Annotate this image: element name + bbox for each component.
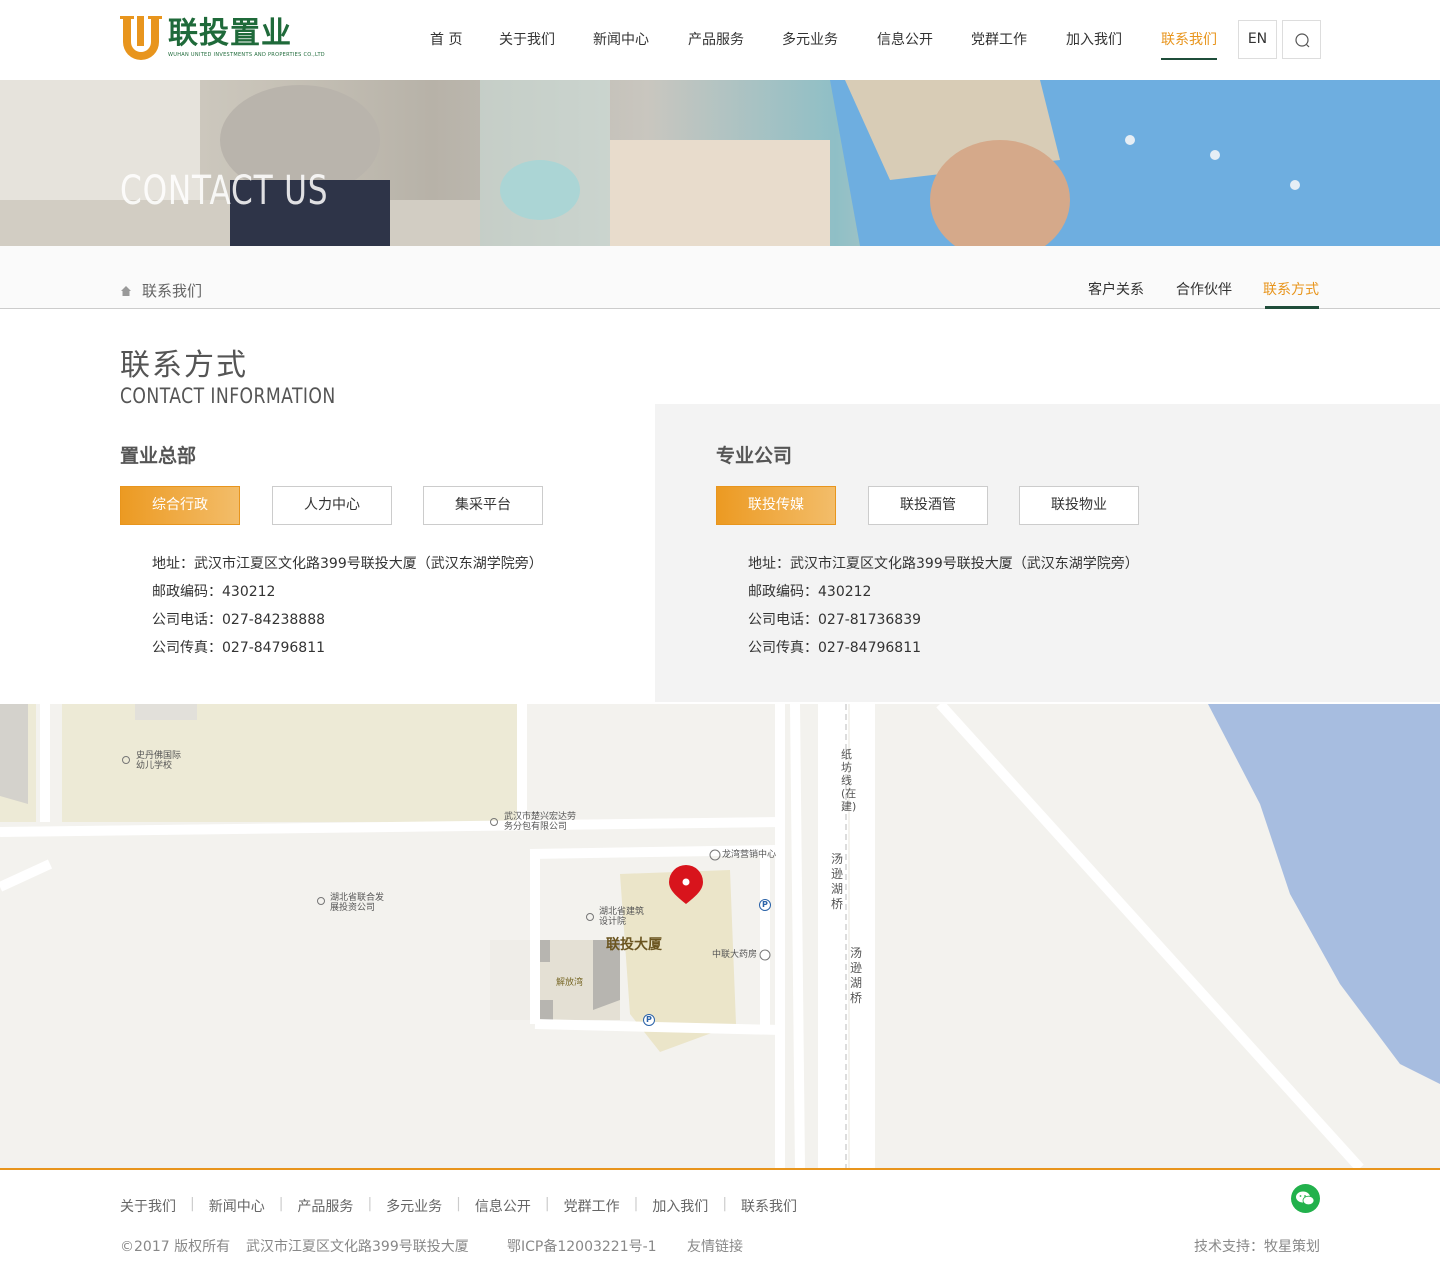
map-label-school: 史丹佛国际幼儿学校 xyxy=(136,751,182,771)
nav-about[interactable]: 关于我们 xyxy=(499,0,555,80)
tab-admin[interactable]: 综合行政 xyxy=(120,486,240,525)
page-title: 联系方式 xyxy=(120,348,248,383)
wechat-icon[interactable] xyxy=(1291,1184,1320,1213)
logo-english-name: WUHAN UNITED INVESTMENTS AND PROPERTIES … xyxy=(168,52,325,58)
map-label-bridge2: 汤逊湖桥 xyxy=(850,946,863,1005)
map-label-pharmacy: 中联大药房 xyxy=(712,950,758,960)
footer-link-party[interactable]: 党群工作 xyxy=(564,1196,620,1216)
footer-separator: | xyxy=(278,1196,284,1212)
hq-postcode: 邮政编码：430212 xyxy=(152,584,276,600)
subnav-contact[interactable]: 联系方式 xyxy=(1263,279,1319,309)
map-label-design: 湖北省建筑设计院 xyxy=(599,907,645,927)
map-label-marketing: 龙湾营销中心 xyxy=(722,850,777,860)
subsidiary-address: 地址：武汉市江夏区文化路399号联投大厦（武汉东湖学院旁） xyxy=(748,556,1139,572)
nav-info[interactable]: 信息公开 xyxy=(877,0,933,80)
nav-contact[interactable]: 联系我们 xyxy=(1161,0,1217,80)
hq-title: 置业总部 xyxy=(120,445,197,467)
breadcrumb: 联系我们 xyxy=(120,280,202,301)
footer-nav: 关于我们 | 新闻中心 | 产品服务 | 多元业务 | 信息公开 | 党群工作 … xyxy=(120,1196,797,1216)
language-button[interactable]: EN xyxy=(1238,20,1277,59)
footer-support[interactable]: 技术支持：牧星策划 xyxy=(1194,1236,1320,1256)
footer-copyright: ©2017 版权所有 xyxy=(120,1239,231,1255)
banner-photo xyxy=(0,80,1440,246)
logo-name: 联投置业 xyxy=(168,16,292,51)
nav-business[interactable]: 多元业务 xyxy=(782,0,838,80)
search-button[interactable] xyxy=(1282,20,1321,59)
page-banner: CONTACT US xyxy=(0,80,1440,246)
tab-procurement[interactable]: 集采平台 xyxy=(423,486,543,525)
map-canvas xyxy=(0,704,1440,1168)
hq-fax: 公司传真：027-84796811 xyxy=(152,640,326,656)
footer-separator: | xyxy=(367,1196,373,1212)
map-label-jiefang: 解放湾 xyxy=(556,978,584,988)
tab-hr[interactable]: 人力中心 xyxy=(272,486,392,525)
footer-link-about[interactable]: 关于我们 xyxy=(120,1196,176,1216)
map-label-building: 联投大厦 xyxy=(606,937,662,953)
search-icon xyxy=(1295,33,1310,48)
nav-party[interactable]: 党群工作 xyxy=(971,0,1027,80)
logo[interactable]: 联投置业 WUHAN UNITED INVESTMENTS AND PROPER… xyxy=(120,14,325,62)
nav-products[interactable]: 产品服务 xyxy=(688,0,744,80)
map-label-bridge1: 汤逊湖桥 xyxy=(831,852,844,911)
footer-link-info[interactable]: 信息公开 xyxy=(475,1196,531,1216)
footer-link-contact[interactable]: 联系我们 xyxy=(741,1196,797,1216)
subsidiary-phone: 公司电话：027-81736839 xyxy=(748,612,922,628)
home-icon[interactable] xyxy=(120,285,132,297)
footer-address: 武汉市江夏区文化路399号联投大厦 xyxy=(246,1239,469,1255)
tab-hotel[interactable]: 联投酒管 xyxy=(868,486,988,525)
footer-separator: | xyxy=(633,1196,639,1212)
subnav-customer[interactable]: 客户关系 xyxy=(1088,279,1144,299)
footer-separator: | xyxy=(544,1196,550,1212)
subsidiary-fax: 公司传真：027-84796811 xyxy=(748,640,922,656)
nav-news[interactable]: 新闻中心 xyxy=(593,0,649,80)
footer-separator: | xyxy=(456,1196,461,1212)
footer-friend-links[interactable]: 友情链接 xyxy=(687,1236,743,1256)
footer-link-business[interactable]: 多元业务 xyxy=(386,1196,442,1216)
site-footer: 关于我们 | 新闻中心 | 产品服务 | 多元业务 | 信息公开 | 党群工作 … xyxy=(0,1168,1440,1284)
page-subtitle: CONTACT INFORMATION xyxy=(120,384,336,408)
parking-icon: P xyxy=(762,900,768,909)
breadcrumb-current[interactable]: 联系我们 xyxy=(142,280,202,301)
hq-phone: 公司电话：027-84238888 xyxy=(152,612,326,628)
footer-link-join[interactable]: 加入我们 xyxy=(652,1196,708,1216)
site-header: 联投置业 WUHAN UNITED INVESTMENTS AND PROPER… xyxy=(0,0,1440,80)
footer-link-news[interactable]: 新闻中心 xyxy=(209,1196,265,1216)
map-label-company2: 湖北省联合发展投资公司 xyxy=(330,893,385,913)
tab-property[interactable]: 联投物业 xyxy=(1019,486,1139,525)
logo-mark-icon xyxy=(120,14,162,62)
parking-icon: P xyxy=(646,1015,652,1024)
footer-icp[interactable]: 鄂ICP备12003221号-1 xyxy=(507,1236,657,1256)
banner-title: CONTACT US xyxy=(120,168,329,214)
subnav-partners[interactable]: 合作伙伴 xyxy=(1176,279,1232,299)
breadcrumb-bar: 联系我们 客户关系 合作伙伴 联系方式 xyxy=(0,246,1440,309)
nav-join[interactable]: 加入我们 xyxy=(1066,0,1122,80)
subsidiary-title: 专业公司 xyxy=(716,445,793,467)
subsidiary-postcode: 邮政编码：430212 xyxy=(748,584,872,600)
map-label-company1: 武汉市楚兴宏达劳务分包有限公司 xyxy=(504,812,577,832)
footer-separator: | xyxy=(722,1196,728,1212)
footer-link-products[interactable]: 产品服务 xyxy=(297,1196,353,1216)
location-map[interactable]: 史丹佛国际幼儿学校 武汉市楚兴宏达劳务分包有限公司 龙湾营销中心 湖北省联合发展… xyxy=(0,704,1440,1168)
map-label-railway: 纸坊线(在建) xyxy=(841,748,857,813)
nav-home[interactable]: 首 页 xyxy=(430,0,462,80)
hq-address: 地址：武汉市江夏区文化路399号联投大厦（武汉东湖学院旁） xyxy=(152,556,543,572)
footer-separator: | xyxy=(190,1196,195,1212)
tab-media[interactable]: 联投传媒 xyxy=(716,486,836,525)
